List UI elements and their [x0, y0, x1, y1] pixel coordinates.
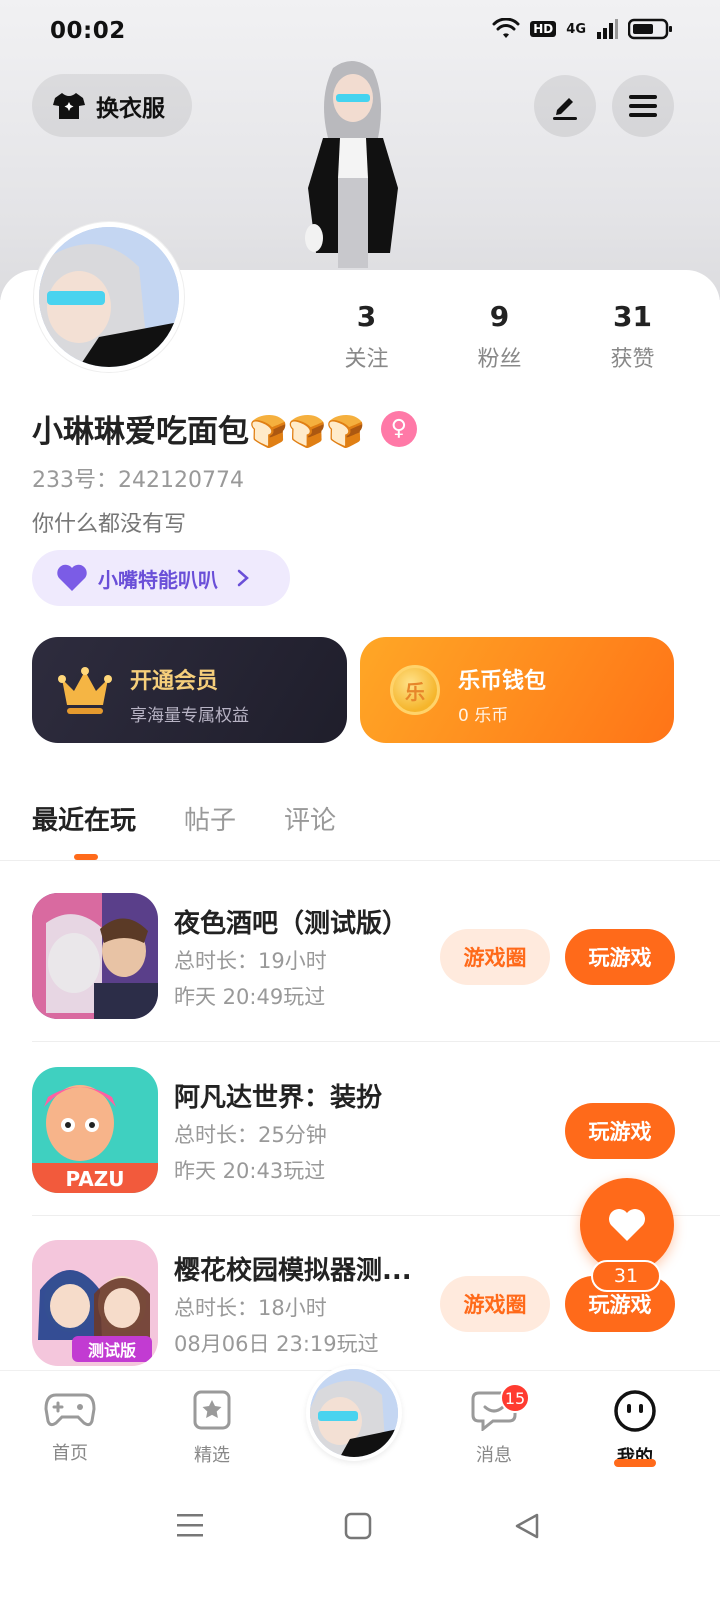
game-circle-button[interactable]: 游戏圈	[440, 929, 550, 985]
game-icon[interactable]: PAZU	[32, 1067, 158, 1193]
battery-icon	[628, 18, 672, 40]
stat-followers-value: 9	[489, 300, 510, 333]
back-icon[interactable]	[514, 1512, 540, 1540]
nav-messages-label: 消息	[476, 1445, 512, 1466]
nav-me[interactable]: 我的	[595, 1389, 675, 1469]
gamepad-icon	[44, 1393, 96, 1427]
edit-profile-button[interactable]	[534, 75, 596, 137]
nav-avatar-portrait	[310, 1369, 398, 1457]
tab-recent-played[interactable]: 最近在玩	[32, 800, 136, 837]
game-icon-art: PAZU	[32, 1067, 158, 1193]
play-game-button[interactable]: 玩游戏	[565, 929, 675, 985]
profile-name: 小琳琳爱吃面包🍞🍞🍞	[32, 414, 365, 450]
stat-following-value: 3	[356, 300, 377, 333]
bottom-nav: 首页 精选 消息 15 我的	[0, 1365, 720, 1480]
like-fab-button[interactable]	[580, 1178, 674, 1272]
unread-messages-badge: 15	[500, 1383, 530, 1413]
stat-likes-label: 获赞	[610, 347, 655, 372]
personality-tag-label: 小嘴特能叭叭	[98, 567, 218, 592]
signal-icon	[597, 19, 618, 39]
network-type: 4G	[566, 21, 586, 37]
vip-membership-card[interactable]: 开通会员 享海量专属权益	[32, 637, 347, 743]
game-duration: 总时长：25分钟	[174, 1123, 327, 1147]
nav-featured[interactable]: 精选	[172, 1389, 252, 1467]
nav-home-label: 首页	[52, 1443, 88, 1464]
game-icon-art: 测试版	[32, 1240, 158, 1366]
profile-uid: 233号：242120774	[32, 468, 244, 493]
avatar-portrait	[39, 227, 179, 367]
nav-home[interactable]: 首页	[30, 1389, 110, 1465]
system-nav-bar	[0, 1490, 720, 1600]
profile-stats: 3 关注 9 粉丝 31 获赞	[300, 300, 700, 373]
vip-title: 开通会员	[130, 669, 219, 694]
home-icon[interactable]	[344, 1512, 372, 1540]
play-game-button[interactable]: 玩游戏	[565, 1103, 675, 1159]
coin-wallet-card[interactable]: 乐 乐币钱包 0 乐币	[360, 637, 674, 743]
nav-avatar-button[interactable]	[306, 1365, 402, 1461]
avatar-character-figure	[305, 60, 398, 268]
heart-icon	[609, 1209, 645, 1241]
face-icon	[614, 1390, 656, 1432]
wifi-icon	[492, 18, 520, 38]
game-last-played: 08月06日 23:19玩过	[174, 1332, 379, 1356]
stat-likes[interactable]: 31 获赞	[566, 300, 699, 373]
hd-badge: HD	[530, 21, 557, 37]
wallet-title: 乐币钱包	[458, 669, 547, 694]
profile-bio: 你什么都没有写	[32, 512, 187, 537]
stat-following-label: 关注	[344, 347, 389, 372]
status-bar: 00:02 HD 4G	[0, 0, 720, 64]
crown-icon	[58, 667, 112, 714]
personality-tag-button[interactable]: 小嘴特能叭叭	[32, 550, 290, 606]
game-icon-art	[32, 893, 158, 1019]
chevron-right-icon	[237, 569, 249, 587]
game-icon-brand-text: PAZU	[65, 1167, 124, 1191]
coin-icon: 乐	[390, 665, 440, 715]
game-title: 阿凡达世界：装扮	[174, 1083, 383, 1113]
vip-subtitle: 享海量专属权益	[130, 706, 249, 726]
menu-button[interactable]	[612, 75, 674, 137]
tab-posts[interactable]: 帖子	[184, 800, 236, 837]
heart-purple-icon	[57, 564, 87, 591]
name-row: 小琳琳爱吃面包🍞🍞🍞 ♀	[32, 406, 417, 451]
stat-followers-label: 粉丝	[477, 347, 522, 372]
game-icon-test-text: 测试版	[88, 1341, 136, 1360]
change-outfit-button[interactable]: 换衣服	[32, 74, 192, 137]
game-icon[interactable]: 测试版	[32, 1240, 158, 1366]
status-time: 00:02	[50, 18, 126, 44]
game-title: 夜色酒吧（测试版）	[174, 909, 409, 939]
recent-apps-icon[interactable]	[176, 1512, 204, 1538]
game-circle-button[interactable]: 游戏圈	[440, 1276, 550, 1332]
stat-followers[interactable]: 9 粉丝	[433, 300, 566, 373]
game-icon[interactable]	[32, 893, 158, 1019]
stat-likes-value: 31	[613, 300, 652, 333]
nav-active-underline	[614, 1459, 656, 1467]
wallet-balance: 0 乐币	[458, 706, 509, 726]
nav-featured-label: 精选	[194, 1445, 230, 1466]
pen-icon	[553, 98, 577, 120]
profile-tabs: 最近在玩 帖子 评论	[32, 800, 336, 837]
game-duration: 总时长：19小时	[174, 949, 327, 973]
menu-icon	[629, 95, 657, 117]
tabs-divider	[0, 860, 720, 861]
like-count-badge: 31	[591, 1260, 661, 1292]
list-divider	[32, 1041, 720, 1042]
shirt-icon	[53, 92, 85, 119]
gender-female-icon: ♀	[380, 410, 417, 447]
profile-avatar[interactable]	[34, 222, 184, 372]
game-last-played: 昨天 20:43玩过	[174, 1159, 326, 1183]
game-last-played: 昨天 20:49玩过	[174, 985, 326, 1009]
game-duration: 总时长：18小时	[174, 1296, 327, 1320]
status-icons: HD 4G	[492, 18, 674, 40]
change-outfit-label: 换衣服	[96, 95, 165, 122]
stat-following[interactable]: 3 关注	[300, 300, 433, 373]
game-title: 樱花校园模拟器测...	[174, 1256, 412, 1286]
star-icon	[193, 1390, 231, 1430]
tab-comments[interactable]: 评论	[284, 800, 336, 837]
